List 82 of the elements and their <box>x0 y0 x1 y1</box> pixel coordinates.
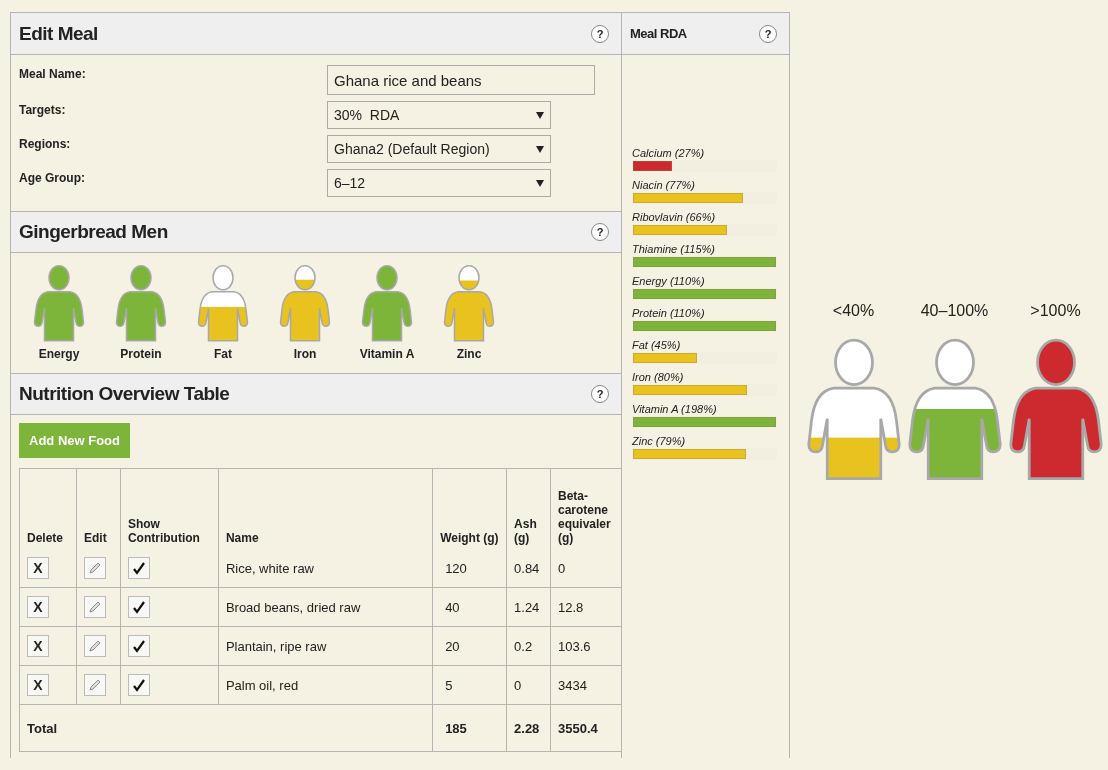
nutrient-label: Niacin (77%) <box>632 179 696 191</box>
column-header: Delete <box>19 468 77 549</box>
table-cell: 5 <box>432 665 507 705</box>
help-button[interactable]: ? <box>591 385 609 403</box>
nutrient-label: Fat (45%) <box>632 339 682 351</box>
table-cell: 185 <box>432 704 507 752</box>
figure-label: Fat <box>214 347 232 361</box>
nutrient-label: Vitamin A (198%) <box>632 403 718 415</box>
table-cell: Rice, white raw <box>218 549 433 588</box>
edit-button[interactable] <box>83 557 106 579</box>
delete-button[interactable]: X <box>27 596 49 618</box>
meal-name-field[interactable]: Ghana rice and beans <box>327 65 595 95</box>
check-icon <box>131 678 146 692</box>
column-header: Ash (g) <box>506 468 551 549</box>
table-cell: 0.84 <box>506 549 551 588</box>
figure-label: Energy <box>38 347 80 361</box>
legend-label: 40–100% <box>920 302 989 320</box>
person-icon <box>279 263 331 343</box>
table-cell: Plantain, ripe raw <box>218 626 433 666</box>
edit-button[interactable] <box>83 596 106 618</box>
table-cell: 120 <box>432 549 507 588</box>
legend-label: <40% <box>832 302 875 320</box>
person-icon <box>197 263 249 343</box>
nutrient-label: Iron (80%) <box>632 371 685 383</box>
checkbox[interactable] <box>127 557 150 579</box>
caret-icon <box>536 111 544 119</box>
figure-label: Zinc <box>456 347 482 361</box>
nutrient-label: Zinc (79%) <box>632 435 687 447</box>
nutrient-label: Thiamine (115%) <box>632 243 716 255</box>
help-button[interactable]: ? <box>759 24 777 43</box>
caret-icon <box>536 145 544 153</box>
table-cell: 0.2 <box>506 626 551 666</box>
delete-button[interactable]: X <box>27 635 49 657</box>
field-label: Meal Name: <box>19 66 87 81</box>
dropdown[interactable]: Ghana2 (Default Region) <box>327 135 551 163</box>
help-button[interactable]: ? <box>591 223 609 241</box>
dropdown[interactable]: 6–12 <box>327 169 551 197</box>
checkbox[interactable] <box>127 635 150 657</box>
table-cell: 1.24 <box>506 587 551 627</box>
field-label: Age Group: <box>19 170 86 185</box>
table-cell: Palm oil, red <box>218 665 433 705</box>
section-title: Meal RDA <box>630 26 687 41</box>
help-button[interactable]: ? <box>591 24 609 43</box>
pencil-icon <box>88 640 101 652</box>
legend-label: >100% <box>1030 302 1081 320</box>
table-cell: 40 <box>432 587 507 627</box>
section-title: Edit Meal <box>19 22 98 45</box>
field-label: Regions: <box>19 136 72 151</box>
column-header: Show Contribution <box>120 468 219 549</box>
check-icon <box>131 600 146 614</box>
nutrient-label: Energy (110%) <box>632 275 706 287</box>
field-label: Targets: <box>19 102 67 117</box>
table-cell: 20 <box>432 626 507 666</box>
check-icon <box>131 639 146 653</box>
column-header: Name <box>218 468 433 549</box>
pencil-icon <box>88 679 101 691</box>
checkbox[interactable] <box>127 674 150 696</box>
pencil-icon <box>88 562 101 574</box>
pencil-icon <box>88 601 101 613</box>
figure-label: Vitamin A <box>359 347 415 361</box>
edit-button[interactable] <box>83 674 106 696</box>
caret-icon <box>536 179 544 187</box>
nutrient-label: Calcium (27%) <box>632 147 706 159</box>
section-title: Nutrition Overview Table <box>19 383 230 405</box>
dropdown[interactable]: 30% RDA <box>327 101 551 129</box>
figure-label: Iron <box>293 347 317 361</box>
table-cell: Broad beans, dried raw <box>218 587 433 627</box>
delete-button[interactable]: X <box>27 674 49 696</box>
nutrient-label: Ribovlavin (66%) <box>632 211 717 223</box>
edit-button[interactable] <box>83 635 106 657</box>
section-title: Gingerbread Men <box>19 221 168 243</box>
delete-button[interactable]: X <box>27 557 49 579</box>
checkbox[interactable] <box>127 596 150 618</box>
figure-label: Protein <box>120 347 162 361</box>
table-cell: 2.28 <box>506 704 551 752</box>
column-header: Weight (g) <box>432 468 507 549</box>
check-icon <box>131 561 146 575</box>
table-cell: 0 <box>506 665 551 705</box>
nutrient-label: Protein (110%) <box>632 307 706 319</box>
column-header: Edit <box>76 468 121 549</box>
person-icon <box>443 263 495 343</box>
table-cell: Total <box>19 704 433 752</box>
